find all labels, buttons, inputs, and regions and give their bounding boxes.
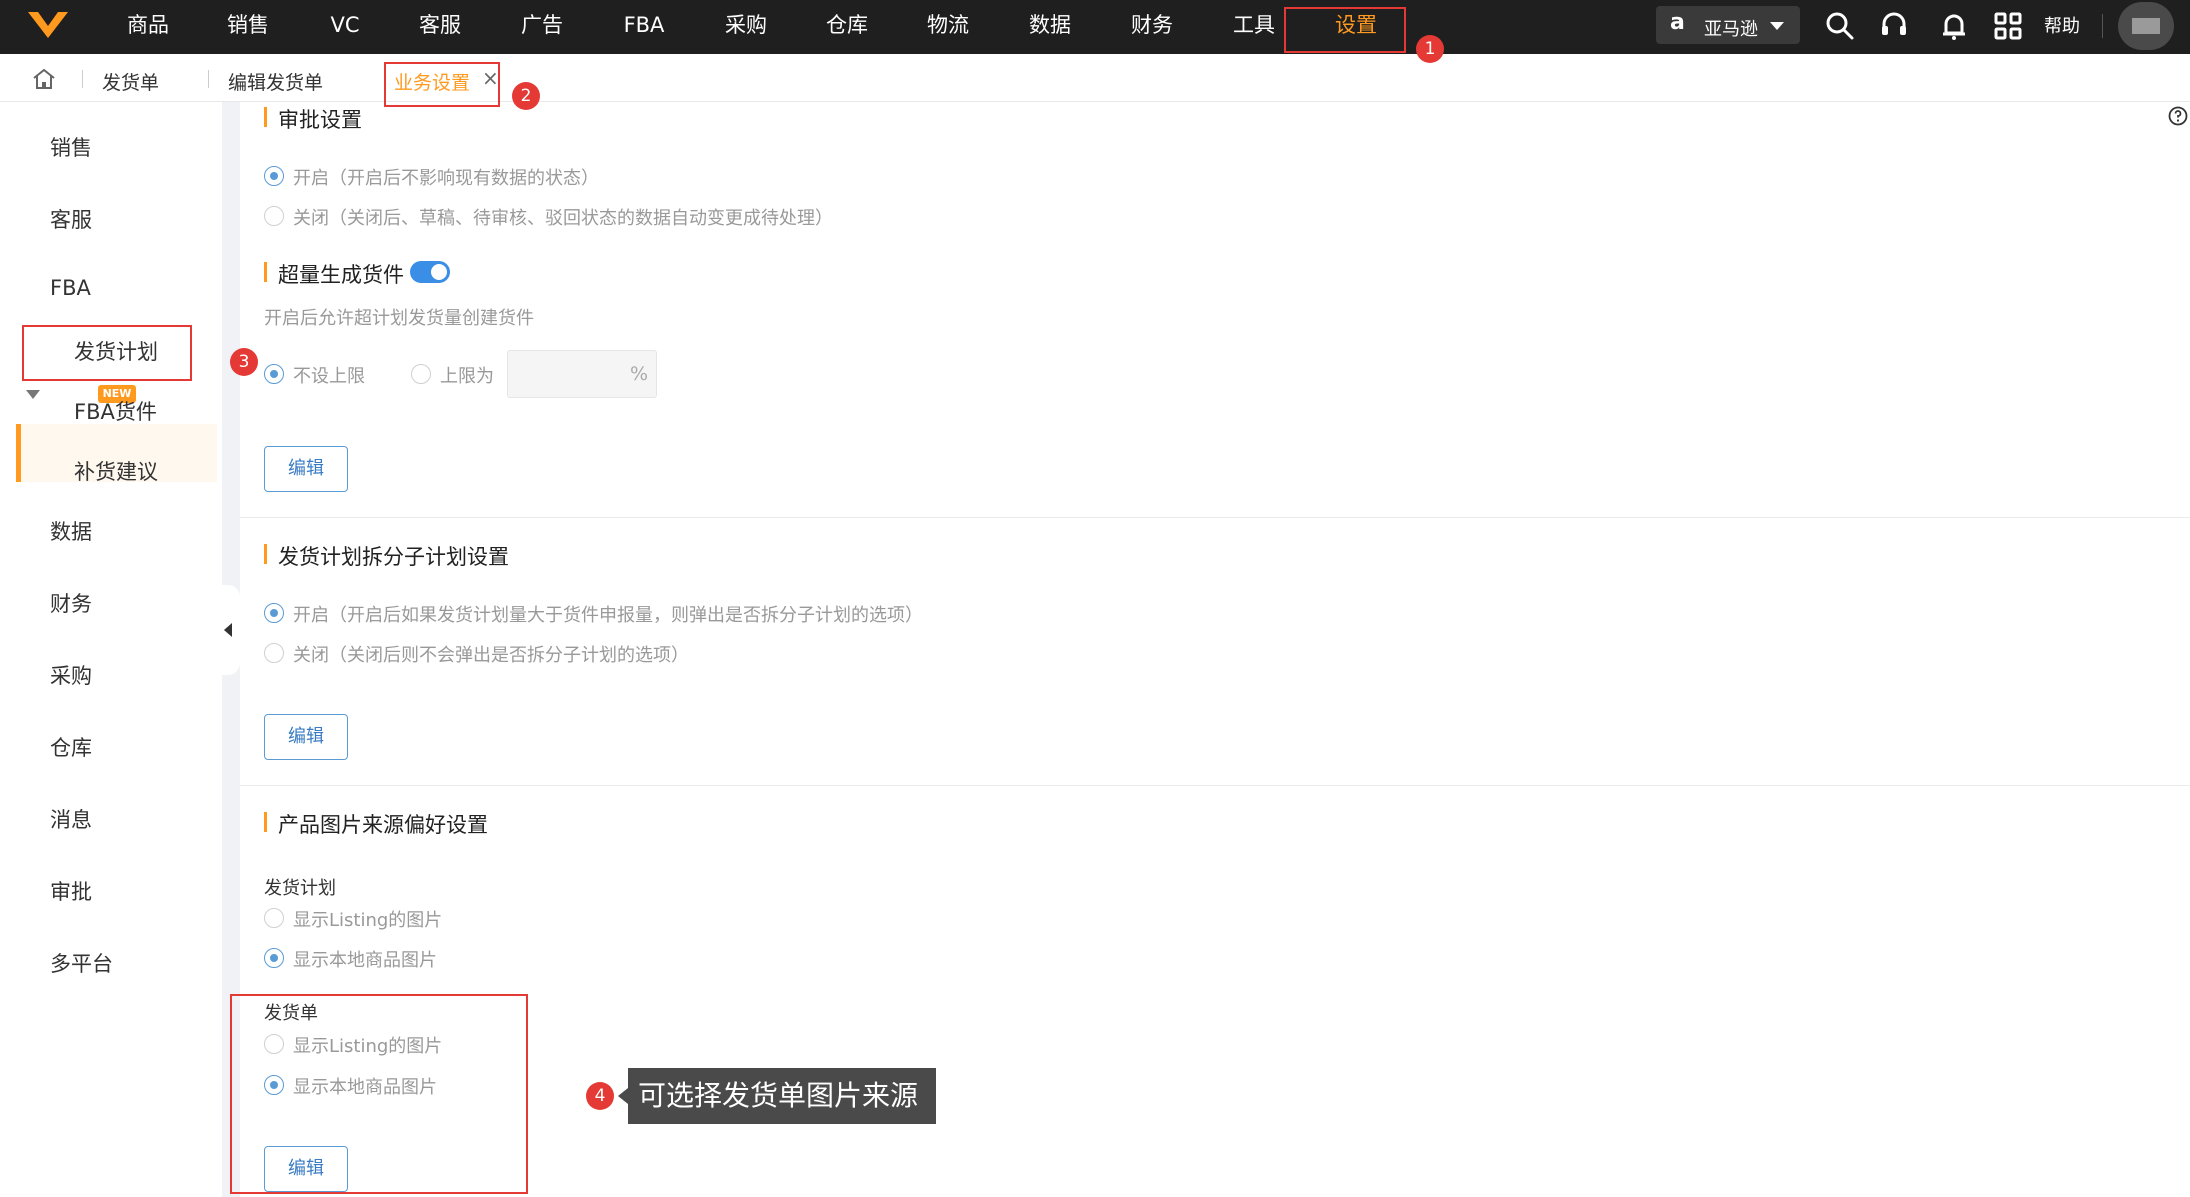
nav-item-vc[interactable]: VC bbox=[322, 0, 368, 54]
tab-shipment[interactable]: 发货单 bbox=[102, 68, 159, 95]
radio-label: 显示本地商品图片 bbox=[293, 950, 437, 971]
radio-approval-off[interactable] bbox=[264, 206, 284, 226]
percent-unit: % bbox=[629, 363, 648, 385]
radio-plan-listing-image[interactable] bbox=[264, 908, 284, 928]
nav-item-purchase[interactable]: 采购 bbox=[718, 0, 774, 54]
home-icon[interactable] bbox=[32, 68, 56, 90]
radio-label: 关闭（关闭后则不会弹出是否拆分子计划的选项） bbox=[293, 645, 689, 666]
avatar-placeholder bbox=[2132, 18, 2160, 34]
radio-label: 显示Listing的图片 bbox=[293, 910, 443, 931]
sidebar: 销售 客服 FBA NEW 发货计划 FBA货件 补货建议 数据 财务 采购 仓… bbox=[0, 102, 222, 1197]
annotation-box-tab bbox=[384, 62, 500, 107]
radio-plan-local-image[interactable] bbox=[264, 948, 284, 968]
tab-divider bbox=[208, 70, 209, 88]
sidebar-item-data[interactable]: 数据 bbox=[50, 516, 92, 546]
sidebar-active-indicator bbox=[16, 424, 21, 482]
amazon-icon: a bbox=[1670, 10, 1685, 35]
nav-item-products[interactable]: 商品 bbox=[120, 0, 176, 54]
radio-split-off[interactable] bbox=[264, 643, 284, 663]
chevron-left-icon[interactable] bbox=[224, 623, 232, 637]
nav-item-sales[interactable]: 销售 bbox=[220, 0, 276, 54]
tab-bar: 发货单 编辑发货单 业务设置 × bbox=[0, 54, 2190, 102]
radio-label: 关闭（关闭后、草稿、待审核、驳回状态的数据自动变更成待处理） bbox=[293, 208, 833, 229]
radio-limit[interactable] bbox=[411, 364, 431, 384]
sidebar-item-multi-platform[interactable]: 多平台 bbox=[50, 948, 113, 978]
headset-icon[interactable] bbox=[1878, 10, 1910, 42]
radio-label: 开启（开启后不影响现有数据的状态） bbox=[293, 168, 599, 189]
sidebar-item-approval[interactable]: 审批 bbox=[50, 876, 92, 906]
section-divider bbox=[240, 785, 2190, 786]
section-title-split: 发货计划拆分子计划设置 bbox=[264, 541, 509, 571]
sidebar-item-fba[interactable]: FBA bbox=[50, 276, 91, 300]
section-title-overgen: 超量生成货件 bbox=[264, 259, 404, 289]
store-name: 亚马逊 bbox=[1704, 19, 1758, 40]
nav-item-warehouse[interactable]: 仓库 bbox=[819, 0, 875, 54]
radio-no-limit[interactable] bbox=[264, 364, 284, 384]
radio-label: 开启（开启后如果发货计划量大于货件申报量，则弹出是否拆分子计划的选项） bbox=[293, 605, 923, 626]
radio-split-on[interactable] bbox=[264, 603, 284, 623]
nav-item-tools[interactable]: 工具 bbox=[1226, 0, 1282, 54]
edit-button-overgen[interactable]: 编辑 bbox=[264, 446, 348, 492]
avatar[interactable] bbox=[2118, 2, 2174, 50]
radio-approval-on[interactable] bbox=[264, 166, 284, 186]
radio-label: 上限为 bbox=[440, 366, 494, 387]
sidebar-item-finance[interactable]: 财务 bbox=[50, 588, 92, 618]
nav-item-data[interactable]: 数据 bbox=[1022, 0, 1078, 54]
apps-grid-icon[interactable] bbox=[1992, 10, 2024, 42]
annotation-badge-2: 2 bbox=[512, 82, 540, 110]
sidebar-item-replenishment[interactable]: 补货建议 bbox=[74, 456, 158, 486]
annotation-badge-4: 4 bbox=[586, 1082, 614, 1110]
annotation-badge-1: 1 bbox=[1416, 35, 1444, 63]
tab-edit-shipment[interactable]: 编辑发货单 bbox=[228, 68, 323, 95]
sidebar-item-messages[interactable]: 消息 bbox=[50, 804, 92, 834]
nav-item-logistics[interactable]: 物流 bbox=[920, 0, 976, 54]
sidebar-item-sales[interactable]: 销售 bbox=[50, 132, 92, 162]
bell-icon[interactable] bbox=[1938, 10, 1970, 42]
limit-percent-input[interactable]: % bbox=[507, 350, 657, 398]
caret-down-icon[interactable] bbox=[26, 390, 40, 399]
nav-item-fba[interactable]: FBA bbox=[618, 0, 670, 54]
section-divider bbox=[240, 517, 2190, 518]
section-title-approval: 审批设置 bbox=[264, 104, 362, 134]
overgen-description: 开启后允许超计划发货量创建货件 bbox=[264, 308, 534, 329]
sidebar-item-fba-shipments[interactable]: FBA货件 bbox=[74, 396, 157, 426]
annotation-tooltip: 可选择发货单图片来源 bbox=[618, 1068, 936, 1124]
sidebar-item-purchase[interactable]: 采购 bbox=[50, 660, 92, 690]
question-icon[interactable] bbox=[2168, 106, 2188, 126]
help-link[interactable]: 帮助 bbox=[2044, 12, 2080, 38]
tab-divider bbox=[82, 70, 83, 88]
annotation-box-sidebar bbox=[22, 325, 192, 381]
chevron-down-icon bbox=[1770, 22, 1784, 30]
subsection-shipment-plan: 发货计划 bbox=[264, 878, 336, 899]
radio-label: 不设上限 bbox=[293, 366, 365, 387]
sidebar-item-warehouse[interactable]: 仓库 bbox=[50, 732, 92, 762]
nav-item-ads[interactable]: 广告 bbox=[514, 0, 570, 54]
annotation-box-settings bbox=[1284, 7, 1406, 53]
overgen-toggle[interactable] bbox=[410, 261, 450, 283]
nav-item-customer-service[interactable]: 客服 bbox=[412, 0, 468, 54]
annotation-box-shipment-image bbox=[230, 994, 528, 1194]
annotation-badge-3: 3 bbox=[230, 348, 258, 376]
search-icon[interactable] bbox=[1824, 10, 1856, 42]
top-nav-bar: 商品 销售 VC 客服 广告 FBA 采购 仓库 物流 数据 财务 工具 设置 … bbox=[0, 0, 2190, 54]
edit-button-split[interactable]: 编辑 bbox=[264, 714, 348, 760]
store-selector[interactable]: a 亚马逊 bbox=[1656, 6, 1800, 44]
brand-logo-icon[interactable] bbox=[24, 8, 72, 46]
section-title-image-pref: 产品图片来源偏好设置 bbox=[264, 809, 488, 839]
sidebar-item-customer-service[interactable]: 客服 bbox=[50, 204, 92, 234]
nav-item-finance[interactable]: 财务 bbox=[1124, 0, 1180, 54]
divider bbox=[2102, 14, 2103, 38]
